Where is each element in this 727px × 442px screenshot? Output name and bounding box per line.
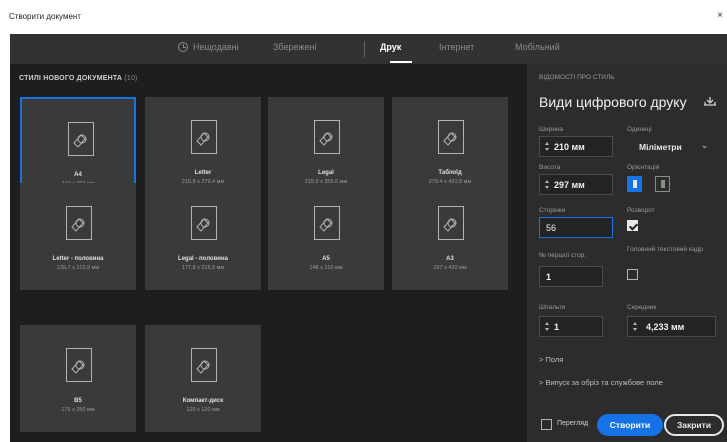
facing-pages-checkbox[interactable]	[627, 220, 638, 231]
columns-stepper-icon[interactable]	[544, 320, 550, 333]
document-icon	[191, 120, 217, 154]
preset-details-panel: ВІДОМОСТІ ПРО СТИЛЬ Види цифрового друку…	[527, 64, 727, 442]
details-section-label: ВІДОМОСТІ ПРО СТИЛЬ	[539, 74, 615, 81]
gutter-stepper-icon[interactable]	[632, 320, 638, 333]
pages-value: 56	[546, 223, 557, 233]
columns-label: Шпальти	[539, 304, 566, 311]
primary-text-frame-label: Головний текстовий кадр	[627, 246, 703, 253]
close-button[interactable]: Закрити	[664, 414, 724, 436]
document-icon	[438, 120, 464, 154]
columns-field[interactable]: 1	[539, 316, 603, 337]
preset-card[interactable]: Letter - половина 139,7 x 215,9 мм	[20, 183, 136, 290]
width-field[interactable]: 210 мм	[539, 136, 613, 157]
gutter-value: 4,233 мм	[646, 322, 685, 332]
preset-card[interactable]: A3 297 x 420 мм	[392, 183, 508, 290]
tab-bar: Нещодавні Збережені Друк Інтернет Мобіль…	[10, 34, 727, 64]
preset-name: B5	[74, 398, 82, 404]
tab-mobile[interactable]: Мобільний	[515, 42, 560, 52]
document-icon	[66, 348, 92, 382]
orientation-label: Орієнтація	[627, 164, 660, 171]
preset-size: 139,7 x 215,9 мм	[56, 265, 100, 271]
gutter-label: Середник	[627, 304, 657, 311]
tab-saved[interactable]: Збережені	[273, 42, 316, 52]
landscape-orientation-button[interactable]	[655, 176, 670, 192]
title-bar: Створити документ ×	[0, 0, 727, 34]
units-select[interactable]: Міліметри ⌄	[627, 136, 716, 157]
height-field[interactable]: 297 мм	[539, 174, 613, 195]
preset-size: 148 x 210 мм	[309, 265, 343, 271]
landscape-icon	[661, 180, 665, 188]
preset-size: 297 x 420 мм	[433, 265, 467, 271]
preset-name: Letter	[194, 170, 212, 176]
presets-count: (10)	[124, 75, 138, 82]
chevron-down-icon: ⌄	[701, 141, 708, 150]
preset-name: A3	[446, 256, 454, 262]
facing-pages-label: Розворот	[627, 207, 655, 214]
clock-icon	[178, 42, 188, 52]
tab-divider	[364, 41, 365, 57]
active-tab-indicator	[390, 61, 412, 63]
document-icon	[191, 348, 217, 382]
window-title: Створити документ	[9, 12, 81, 21]
columns-value: 1	[554, 322, 560, 332]
preset-card[interactable]: Legal - половина 177,8 x 215,9 мм	[145, 183, 261, 290]
margins-expander[interactable]: > Поля	[539, 355, 563, 364]
portrait-icon	[633, 180, 637, 188]
preset-name: Legal	[318, 170, 334, 176]
units-value: Міліметри	[639, 142, 682, 152]
gutter-field[interactable]: 4,233 мм	[627, 316, 716, 337]
preset-name: Legal - половина	[178, 256, 228, 262]
portrait-orientation-button[interactable]	[627, 176, 642, 192]
preset-size: 120 x 120 мм	[186, 407, 220, 413]
save-preset-icon[interactable]	[703, 96, 717, 106]
preview-checkbox[interactable]	[541, 419, 552, 430]
width-value: 210 мм	[554, 142, 585, 152]
preset-name: Компакт-диск	[182, 398, 224, 404]
document-icon	[68, 122, 94, 156]
preset-name: Таблоїд	[438, 170, 462, 176]
pages-field[interactable]: 56	[539, 217, 613, 238]
preset-name-field[interactable]: Види цифрового друку	[539, 94, 687, 110]
tab-recent[interactable]: Нещодавні	[178, 42, 239, 52]
pages-label: Сторінки	[539, 207, 566, 214]
preview-label: Перегляд	[557, 420, 589, 427]
preset-size: 177,8 x 215,9 мм	[181, 265, 225, 271]
height-stepper-icon[interactable]	[544, 178, 550, 191]
start-page-field[interactable]: 1	[539, 266, 603, 287]
preset-name: A5	[322, 256, 330, 262]
start-page-label: № першої стор.	[539, 252, 587, 259]
tab-print[interactable]: Друк	[380, 42, 401, 52]
units-label: Одиниці	[627, 126, 652, 133]
action-bar: Перегляд Створити Закрити	[527, 410, 727, 442]
close-icon[interactable]: ×	[717, 10, 723, 21]
presets-title: СТИЛІ НОВОГО ДОКУМЕНТА	[19, 75, 123, 82]
document-icon	[314, 120, 340, 154]
preset-size: 176 x 250 мм	[61, 407, 95, 413]
start-page-value: 1	[546, 272, 552, 282]
height-label: Висота	[539, 164, 561, 171]
preset-name: Letter - половина	[52, 256, 104, 262]
tab-recent-label: Нещодавні	[193, 42, 239, 52]
height-value: 297 мм	[554, 180, 585, 190]
preset-card[interactable]: Компакт-диск 120 x 120 мм	[145, 325, 261, 432]
document-icon	[314, 206, 340, 240]
document-icon	[438, 206, 464, 240]
create-button[interactable]: Створити	[597, 414, 663, 436]
bleed-slug-expander[interactable]: > Випуск за обріз та службове поле	[539, 378, 663, 387]
preset-name: A4	[74, 172, 82, 178]
tab-web[interactable]: Інтернет	[439, 42, 474, 52]
document-icon	[191, 206, 217, 240]
preset-card[interactable]: A5 148 x 210 мм	[268, 183, 384, 290]
preset-card[interactable]: B5 176 x 250 мм	[20, 325, 136, 432]
presets-heading: СТИЛІ НОВОГО ДОКУМЕНТА (10)	[19, 75, 138, 82]
width-label: Ширина	[539, 126, 564, 133]
width-stepper-icon[interactable]	[544, 140, 550, 153]
presets-area: СТИЛІ НОВОГО ДОКУМЕНТА (10) A4210 x 297 …	[10, 64, 527, 442]
document-icon	[66, 206, 92, 240]
primary-text-frame-checkbox[interactable]	[627, 269, 638, 280]
